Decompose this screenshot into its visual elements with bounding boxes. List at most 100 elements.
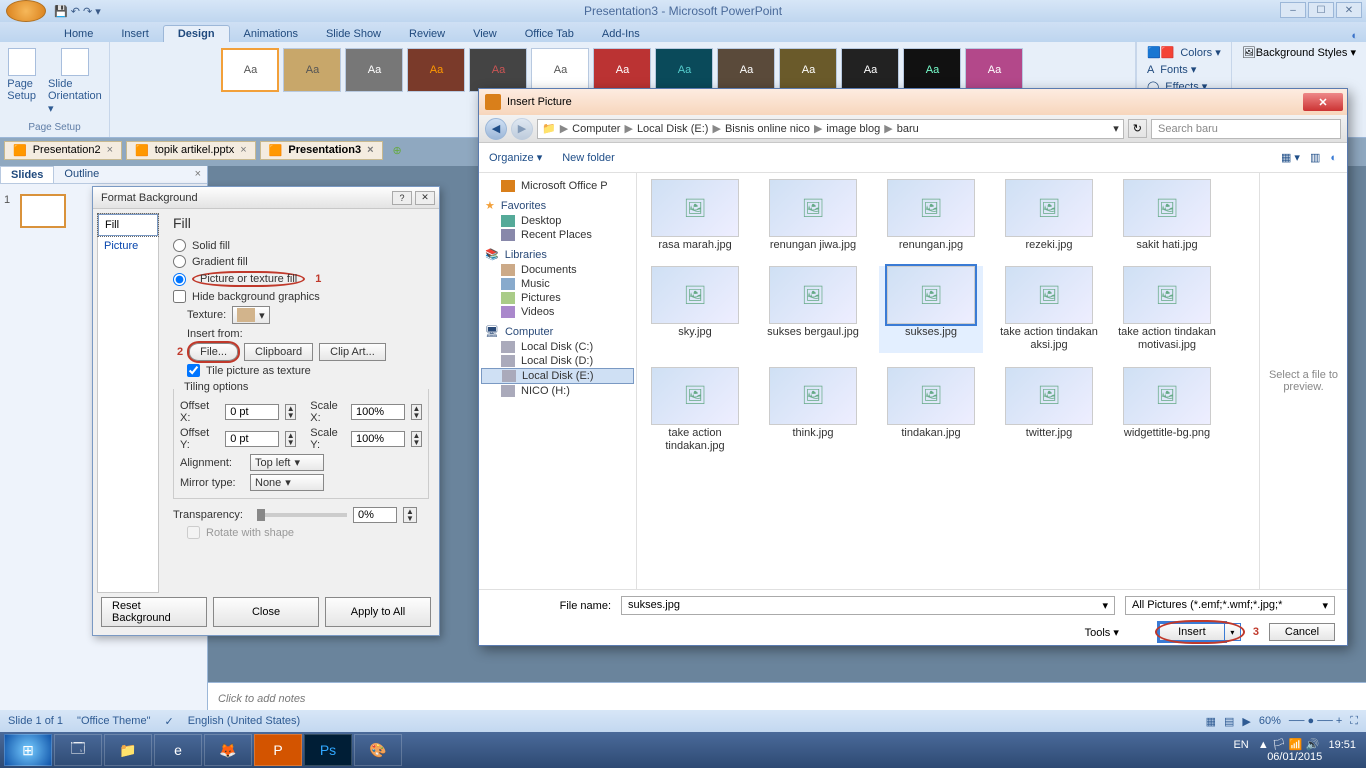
refresh-button[interactable]: ↻	[1128, 119, 1147, 138]
view-normal-icon[interactable]: ▦	[1206, 715, 1216, 728]
file-type-filter[interactable]: All Pictures (*.emf;*.wmf;*.jpg;*▾	[1125, 596, 1335, 615]
dialog-close-button[interactable]: ✕	[1303, 93, 1343, 111]
clipboard-button[interactable]: Clipboard	[244, 343, 313, 361]
theme-thumb[interactable]: Aa	[841, 48, 899, 92]
tree-disk-h[interactable]: NICO (H:)	[481, 384, 634, 398]
fb-cat-picture[interactable]: Picture	[98, 236, 158, 256]
tab-view[interactable]: View	[459, 26, 511, 42]
doc-tab[interactable]: 🟧topik artikel.pptx×	[126, 141, 256, 160]
file-list[interactable]: 🖼rasa marah.jpg🖼renungan jiwa.jpg🖼renung…	[637, 173, 1259, 589]
file-item[interactable]: 🖼sukses.jpg	[879, 266, 983, 352]
theme-thumb[interactable]: Aa	[345, 48, 403, 92]
cancel-button[interactable]: Cancel	[1269, 623, 1335, 641]
view-slideshow-icon[interactable]: ▶	[1242, 715, 1250, 728]
outline-tab[interactable]: Outline	[54, 166, 109, 183]
panel-close-icon[interactable]: ×	[189, 166, 207, 183]
spellcheck-icon[interactable]: ✓	[164, 715, 173, 728]
theme-thumb[interactable]: Aa	[903, 48, 961, 92]
slides-tab[interactable]: Slides	[0, 166, 54, 183]
fit-to-window-icon[interactable]: ⛶	[1350, 715, 1358, 728]
tree-pictures[interactable]: Pictures	[481, 291, 634, 305]
start-button[interactable]: ⊞	[4, 734, 52, 766]
back-button[interactable]: ◀	[485, 118, 507, 140]
file-item[interactable]: 🖼twitter.jpg	[997, 367, 1101, 453]
transparency-input[interactable]	[353, 507, 397, 523]
tree-desktop[interactable]: Desktop	[481, 214, 634, 228]
task-photoshop[interactable]: Ps	[304, 734, 352, 766]
file-item[interactable]: 🖼tindakan.jpg	[879, 367, 983, 453]
help-icon[interactable]: ◐	[1351, 30, 1358, 42]
theme-thumb[interactable]: Aa	[779, 48, 837, 92]
task-paint[interactable]: 🎨	[354, 734, 402, 766]
mirror-dropdown[interactable]: None ▾	[250, 474, 324, 491]
window-close-button[interactable]: ✕	[1336, 2, 1362, 18]
alignment-dropdown[interactable]: Top left ▾	[250, 454, 324, 471]
tree-documents[interactable]: Documents	[481, 263, 634, 277]
zoom-level[interactable]: 60%	[1259, 715, 1281, 727]
tab-slide-show[interactable]: Slide Show	[312, 26, 395, 42]
page-setup-button[interactable]: Page Setup	[3, 46, 40, 117]
theme-thumb[interactable]: Aa	[531, 48, 589, 92]
theme-thumb[interactable]: Aa	[407, 48, 465, 92]
view-sorter-icon[interactable]: ▤	[1224, 715, 1234, 728]
tree-disk-d[interactable]: Local Disk (D:)	[481, 354, 634, 368]
maximize-button[interactable]: ☐	[1308, 2, 1334, 18]
close-icon[interactable]: ×	[367, 144, 373, 156]
tree-disk-c[interactable]: Local Disk (C:)	[481, 340, 634, 354]
file-item[interactable]: 🖼sukses bergaul.jpg	[761, 266, 865, 352]
task-powerpoint[interactable]: P	[254, 734, 302, 766]
file-item[interactable]: 🖼rasa marah.jpg	[643, 179, 747, 252]
help-icon[interactable]: ◐	[1330, 152, 1337, 164]
file-item[interactable]: 🖼take action tindakan aksi.jpg	[997, 266, 1101, 352]
new-tab-button[interactable]: ⊕	[387, 142, 408, 159]
close-button[interactable]: Close	[213, 597, 319, 627]
doc-tab[interactable]: 🟧Presentation2×	[4, 141, 122, 160]
tree-music[interactable]: Music	[481, 277, 634, 291]
file-item[interactable]: 🖼renungan.jpg	[879, 179, 983, 252]
file-item[interactable]: 🖼sakit hati.jpg	[1115, 179, 1219, 252]
language-indicator[interactable]: English (United States)	[188, 715, 301, 727]
task-folder[interactable]: 📁	[104, 734, 152, 766]
radio-solid-fill[interactable]	[173, 239, 186, 252]
zoom-slider[interactable]: ── ● ── +	[1289, 715, 1342, 727]
theme-thumb[interactable]: Aa	[221, 48, 279, 92]
themes-gallery[interactable]: Aa Aa Aa Aa Aa Aa Aa Aa Aa Aa Aa Aa Aa	[219, 46, 1025, 94]
close-icon[interactable]: ×	[107, 144, 113, 156]
system-tray[interactable]: EN ▲ 🏳 📶 🔊 19:5106/01/2015	[1233, 738, 1366, 763]
offset-x-input[interactable]	[225, 404, 279, 420]
clip-art-button[interactable]: Clip Art...	[319, 343, 386, 361]
transparency-slider[interactable]	[257, 513, 347, 517]
file-item[interactable]: 🖼sky.jpg	[643, 266, 747, 352]
organize-menu[interactable]: Organize ▾	[489, 151, 542, 164]
new-folder-button[interactable]: New folder	[562, 152, 615, 164]
minimize-button[interactable]: –	[1280, 2, 1306, 18]
dialog-titlebar[interactable]: Format Background ? ✕	[93, 187, 439, 209]
task-explorer[interactable]: 🗔	[54, 734, 102, 766]
file-item[interactable]: 🖼take action tindakan.jpg	[643, 367, 747, 453]
file-item[interactable]: 🖼take action tindakan motivasi.jpg	[1115, 266, 1219, 352]
file-item[interactable]: 🖼widgettitle-bg.png	[1115, 367, 1219, 453]
file-item[interactable]: 🖼rezeki.jpg	[997, 179, 1101, 252]
doc-tab-active[interactable]: 🟧Presentation3×	[260, 141, 383, 160]
tree-recent[interactable]: Recent Places	[481, 228, 634, 242]
texture-dropdown[interactable]: ▾	[232, 306, 270, 324]
reset-background-button[interactable]: Reset Background	[101, 597, 207, 627]
checkbox-hide-bg-graphics[interactable]	[173, 290, 186, 303]
tree-office[interactable]: Microsoft Office P	[481, 179, 634, 193]
file-button[interactable]: File...	[189, 343, 238, 361]
radio-picture-texture-fill[interactable]	[173, 273, 186, 286]
tab-home[interactable]: Home	[50, 26, 107, 42]
quick-access-toolbar[interactable]: 💾 ↶ ↷ ▾	[54, 5, 101, 18]
dialog-help-icon[interactable]: ?	[392, 191, 412, 205]
checkbox-tile-picture[interactable]	[187, 364, 200, 377]
tree-videos[interactable]: Videos	[481, 305, 634, 319]
colors-dropdown[interactable]: 🟦🟥Colors ▾	[1147, 46, 1221, 59]
tab-office-tab[interactable]: Office Tab	[511, 26, 588, 42]
dialog-close-icon[interactable]: ✕	[415, 191, 435, 205]
slide-orientation-button[interactable]: Slide Orientation ▾	[44, 46, 106, 117]
tree-libraries[interactable]: 📚Libraries	[485, 248, 630, 261]
tools-menu[interactable]: Tools ▾	[1085, 626, 1119, 639]
background-styles-dropdown[interactable]: 🖼Background Styles ▾	[1242, 46, 1356, 59]
theme-thumb[interactable]: Aa	[655, 48, 713, 92]
tree-favorites[interactable]: ★Favorites	[485, 199, 630, 212]
